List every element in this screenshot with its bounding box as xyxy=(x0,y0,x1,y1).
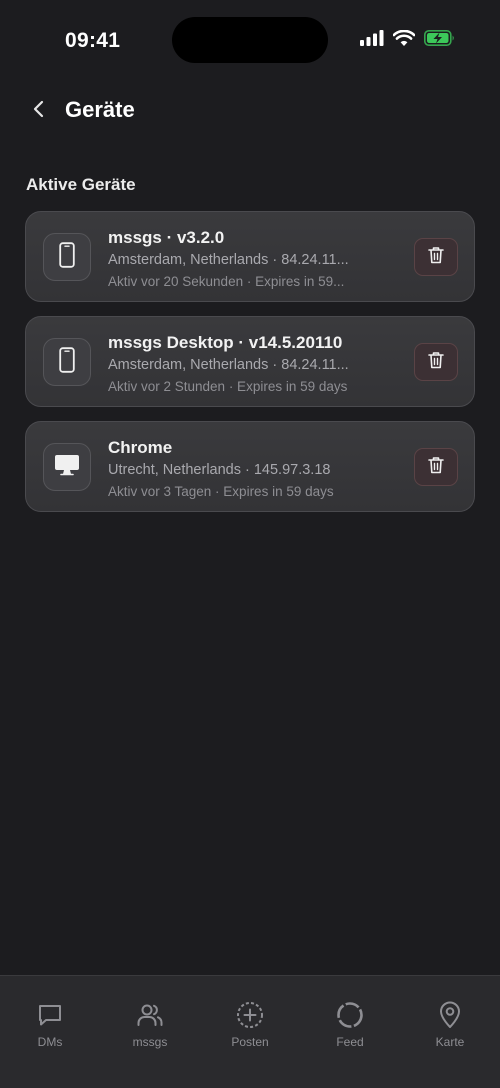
device-activity: Aktiv vor 2 Stunden · Expires in 59 days xyxy=(108,379,348,394)
device-card[interactable]: Chrome Utrecht, Netherlands · 145.97.3.1… xyxy=(25,421,475,512)
tab-karte[interactable]: Karte xyxy=(400,976,500,1088)
device-icon-box xyxy=(43,338,91,386)
map-pin-icon xyxy=(436,1001,464,1029)
device-list: mssgs · v3.2.0 Amsterdam, Netherlands · … xyxy=(25,211,475,526)
tab-bar: DMs mssgs Posten Feed Karte xyxy=(0,975,500,1088)
device-name: mssgs · v3.2.0 xyxy=(108,228,225,247)
device-icon-box xyxy=(43,233,91,281)
device-location: Amsterdam, Netherlands · 84.24.11... xyxy=(108,357,349,373)
device-card[interactable]: mssgs Desktop · v14.5.20110 Amsterdam, N… xyxy=(25,316,475,407)
status-icons xyxy=(360,29,456,51)
desktop-icon xyxy=(54,454,80,481)
tab-label: Karte xyxy=(435,1035,465,1049)
tab-posten[interactable]: Posten xyxy=(200,976,300,1088)
device-icon-box xyxy=(43,443,91,491)
status-bar: 09:41 xyxy=(0,0,500,80)
delete-device-button[interactable] xyxy=(414,448,458,486)
trash-icon xyxy=(428,351,444,374)
battery-charging-icon xyxy=(424,30,456,51)
phone-icon xyxy=(59,346,75,378)
dynamic-island xyxy=(172,17,328,63)
device-card[interactable]: mssgs · v3.2.0 Amsterdam, Netherlands · … xyxy=(25,211,475,302)
device-name: mssgs Desktop · v14.5.20110 xyxy=(108,333,343,352)
tab-label: mssgs xyxy=(132,1035,168,1049)
tab-dms[interactable]: DMs xyxy=(0,976,100,1088)
section-title: Aktive Geräte xyxy=(26,175,136,194)
page-title: Geräte xyxy=(65,97,135,122)
device-location: Amsterdam, Netherlands · 84.24.11... xyxy=(108,252,349,268)
circle-icon xyxy=(336,1001,364,1029)
back-button[interactable] xyxy=(24,96,54,126)
trash-icon xyxy=(428,456,444,479)
tab-mssgs[interactable]: mssgs xyxy=(100,976,200,1088)
header: Geräte xyxy=(0,88,500,134)
chevron-left-icon xyxy=(32,99,46,124)
tab-label: Feed xyxy=(336,1035,364,1049)
delete-device-button[interactable] xyxy=(414,343,458,381)
wifi-icon xyxy=(392,29,416,51)
tab-label: DMs xyxy=(37,1035,63,1049)
users-icon xyxy=(136,1001,164,1029)
device-activity: Aktiv vor 20 Sekunden · Expires in 59... xyxy=(108,274,345,289)
device-name: Chrome xyxy=(108,438,173,457)
trash-icon xyxy=(428,246,444,269)
tab-label: Posten xyxy=(231,1035,269,1049)
plus-circle-icon xyxy=(236,1001,264,1029)
status-time: 09:41 xyxy=(65,29,121,52)
cellular-signal-icon xyxy=(360,30,384,51)
device-activity: Aktiv vor 3 Tagen · Expires in 59 days xyxy=(108,484,334,499)
delete-device-button[interactable] xyxy=(414,238,458,276)
tab-feed[interactable]: Feed xyxy=(300,976,400,1088)
chat-bubble-icon xyxy=(36,1001,64,1029)
phone-icon xyxy=(59,241,75,273)
device-location: Utrecht, Netherlands · 145.97.3.18 xyxy=(108,462,331,478)
